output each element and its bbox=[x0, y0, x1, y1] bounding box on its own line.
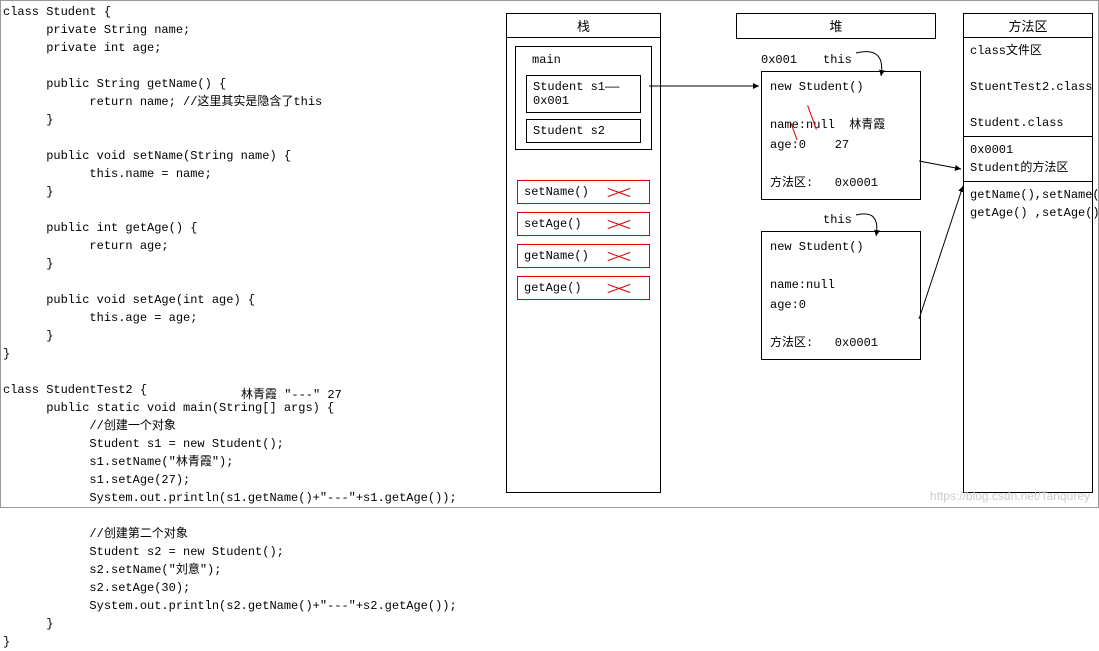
student-methods-list: getName(),setName() getAge() ,setAge() bbox=[964, 182, 1092, 226]
heap-addr1: 0x001 bbox=[761, 53, 797, 67]
stack-s1: Student s1——0x001 bbox=[526, 75, 641, 113]
watermark: https://blog.csdn.net/Tanqurey bbox=[930, 489, 1090, 503]
x-icon bbox=[607, 279, 631, 297]
heap-title: 堆 bbox=[737, 14, 935, 37]
heap-object-1: new Student() name:null 林青霞 age:0 27 方法区… bbox=[761, 71, 921, 200]
class-file-section: class文件区 StuentTest2.class Student.class bbox=[964, 38, 1092, 137]
main-frame-label: main bbox=[526, 51, 641, 69]
call-label: setAge() bbox=[524, 217, 582, 231]
heap-this2: this bbox=[823, 213, 852, 227]
x-icon bbox=[607, 215, 631, 233]
stack-call-setname: setName() bbox=[517, 180, 650, 204]
x-icon bbox=[607, 183, 631, 201]
stack-call-getname: getName() bbox=[517, 244, 650, 268]
code-listing: class Student { private String name; pri… bbox=[3, 3, 493, 651]
student-method-area-header: 0x0001 Student的方法区 bbox=[964, 137, 1092, 182]
method-area-column: 方法区 class文件区 StuentTest2.class Student.c… bbox=[963, 13, 1093, 493]
stack-column: 栈 main Student s1——0x001 Student s2 setN… bbox=[506, 13, 661, 493]
x-icon bbox=[607, 247, 631, 265]
stack-title: 栈 bbox=[507, 14, 660, 38]
stack-s2: Student s2 bbox=[526, 119, 641, 143]
call-label: setName() bbox=[524, 185, 589, 199]
method-area-title: 方法区 bbox=[964, 14, 1092, 38]
stack-call-getage: getAge() bbox=[517, 276, 650, 300]
heap-object-2: new Student() name:null age:0 方法区: 0x000… bbox=[761, 231, 921, 360]
call-label: getAge() bbox=[524, 281, 582, 295]
heap-this1: this bbox=[823, 53, 852, 67]
heap-header: 堆 bbox=[736, 13, 936, 39]
output-annotation: 林青霞 "---" 27 bbox=[241, 385, 342, 402]
call-label: getName() bbox=[524, 249, 589, 263]
stack-call-setage: setAge() bbox=[517, 212, 650, 236]
